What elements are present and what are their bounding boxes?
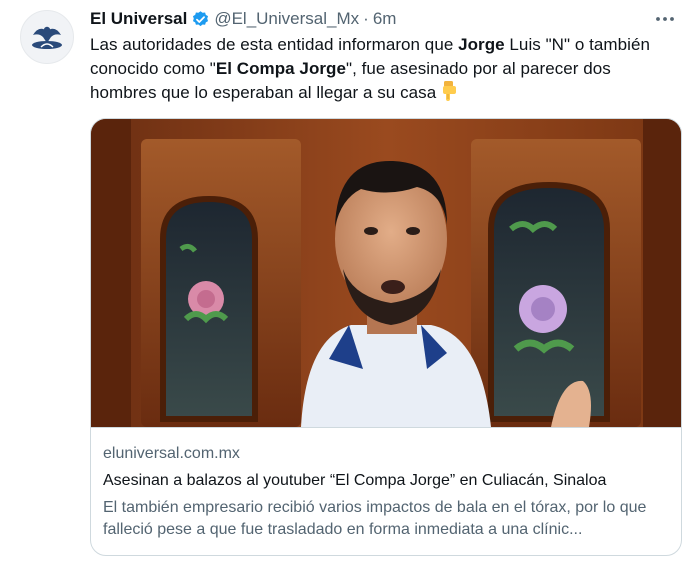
author-handle[interactable]: @El_Universal_Mx bbox=[214, 9, 359, 29]
more-options-button[interactable] bbox=[652, 10, 678, 28]
tweet-text-bold-name: Jorge bbox=[458, 35, 505, 54]
card-meta[interactable]: eluniversal.com.mx Asesinan a balazos al… bbox=[91, 427, 681, 555]
avatar[interactable] bbox=[20, 10, 74, 64]
card-thumbnail[interactable] bbox=[91, 119, 681, 427]
tweet-timestamp[interactable]: 6m bbox=[373, 9, 397, 29]
author-name[interactable]: El Universal bbox=[90, 9, 187, 29]
tweet-text-bold-alias: El Compa Jorge bbox=[215, 59, 346, 78]
card-title[interactable]: Asesinan a balazos al youtuber “El Compa… bbox=[103, 470, 671, 492]
tweet-header: El Universal @El_Universal_Mx · 6m bbox=[90, 8, 396, 30]
tweet-text-part: Las autoridades de esta entidad informar… bbox=[90, 35, 459, 54]
backhand-index-pointing-down-icon bbox=[440, 81, 458, 108]
header-separator: · bbox=[363, 9, 369, 28]
eagle-logo-icon bbox=[32, 26, 62, 49]
link-preview-card[interactable]: eluniversal.com.mx Asesinan a balazos al… bbox=[90, 118, 682, 556]
card-domain: eluniversal.com.mx bbox=[103, 445, 240, 462]
tweet-text: Las autoridades de esta entidad informar… bbox=[90, 33, 682, 108]
tweet[interactable]: El Universal @El_Universal_Mx · 6m Las a… bbox=[0, 0, 700, 562]
card-description: El también empresario recibió varios imp… bbox=[103, 499, 647, 538]
more-options-icon bbox=[656, 17, 674, 21]
verified-badge-icon bbox=[191, 10, 210, 29]
video-still-image bbox=[91, 119, 681, 427]
